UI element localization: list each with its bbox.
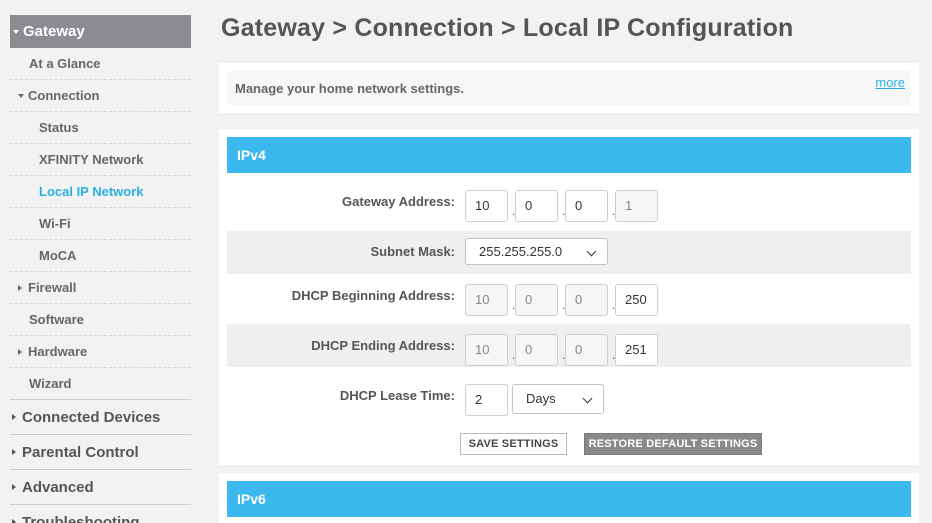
caret-right-icon — [12, 519, 16, 523]
lease-time-row: DHCP Lease Time: 2 Days — [227, 374, 911, 417]
gateway-address-octet-1[interactable]: 10 — [465, 190, 508, 222]
sidebar-item-at-a-glance[interactable]: At a Glance — [10, 48, 191, 80]
caret-right-icon — [12, 414, 16, 420]
sidebar-item-software[interactable]: Software — [10, 304, 191, 336]
sidebar-item-label: Troubleshooting — [22, 513, 140, 523]
gateway-address-octet-2[interactable]: 0 — [515, 190, 558, 222]
caret-down-icon — [13, 29, 19, 34]
info-panel: Manage your home network settings. more — [219, 63, 919, 113]
info-text: Manage your home network settings. — [235, 81, 464, 96]
dhcp-end-label: DHCP Ending Address: — [311, 338, 455, 353]
caret-down-icon — [18, 93, 24, 98]
sidebar-item-firewall[interactable]: Firewall — [10, 272, 191, 304]
sidebar-item-label: Firewall — [28, 280, 77, 295]
ipv4-panel: IPv4 Gateway Address: 10 . 0 . 0 . 1 Sub… — [219, 129, 919, 465]
dhcp-end-octet-3: 0 — [565, 334, 608, 366]
caret-right-icon — [18, 348, 22, 355]
sidebar-item-wifi[interactable]: Wi-Fi — [10, 208, 191, 240]
sidebar-item-label: Connection — [28, 88, 100, 103]
sidebar-item-status[interactable]: Status — [10, 112, 191, 144]
subnet-mask-row: Subnet Mask: 255.255.255.0 — [227, 231, 911, 274]
sidebar-item-label: Advanced — [22, 478, 94, 496]
lease-time-label: DHCP Lease Time: — [339, 388, 455, 403]
ipv6-heading: IPv6 — [227, 481, 911, 517]
caret-right-icon — [12, 449, 16, 455]
dhcp-end-row: DHCP Ending Address: 10 . 0 . 0 . 251 — [227, 324, 911, 367]
gateway-address-row: Gateway Address: 10 . 0 . 0 . 1 — [227, 180, 911, 223]
gateway-address-octet-4: 1 — [615, 190, 658, 222]
sidebar-item-parental-control[interactable]: Parental Control — [10, 435, 191, 470]
more-link[interactable]: more — [875, 75, 905, 90]
page-title: Gateway > Connection > Local IP Configur… — [221, 14, 794, 42]
sidebar-item-hardware[interactable]: Hardware — [10, 336, 191, 368]
dhcp-begin-octet-4[interactable]: 250 — [615, 284, 658, 316]
sidebar-item-label: Gateway — [23, 23, 85, 40]
sidebar-item-label: Parental Control — [22, 443, 139, 461]
dhcp-begin-octet-1: 10 — [465, 284, 508, 316]
subnet-mask-select[interactable]: 255.255.255.0 — [465, 238, 608, 265]
sidebar-item-advanced[interactable]: Advanced — [10, 470, 191, 505]
dhcp-end-octet-2: 0 — [515, 334, 558, 366]
sidebar-item-troubleshooting[interactable]: Troubleshooting — [10, 505, 191, 523]
sidebar-item-xfinity-network[interactable]: XFINITY Network — [10, 144, 191, 176]
ipv4-heading: IPv4 — [227, 137, 911, 173]
lease-time-input[interactable]: 2 — [465, 384, 508, 416]
sidebar-item-connected-devices[interactable]: Connected Devices — [10, 400, 191, 435]
dhcp-begin-label: DHCP Beginning Address: — [291, 288, 455, 303]
gateway-address-octet-3[interactable]: 0 — [565, 190, 608, 222]
gateway-address-label: Gateway Address: — [342, 194, 455, 209]
ipv6-panel: IPv6 — [219, 473, 919, 523]
chevron-down-icon — [586, 246, 597, 257]
sidebar-item-moca[interactable]: MoCA — [10, 240, 191, 272]
dhcp-begin-octet-2: 0 — [515, 284, 558, 316]
restore-default-settings-button[interactable]: RESTORE DEFAULT SETTINGS — [584, 433, 762, 455]
dhcp-begin-row: DHCP Beginning Address: 10 . 0 . 0 . 250 — [227, 274, 911, 317]
subnet-mask-value: 255.255.255.0 — [479, 244, 563, 259]
dhcp-begin-octet-3: 0 — [565, 284, 608, 316]
lease-time-unit-select[interactable]: Days — [512, 384, 604, 414]
caret-right-icon — [12, 484, 16, 490]
dhcp-end-octet-4[interactable]: 251 — [615, 334, 658, 366]
caret-right-icon — [18, 284, 22, 291]
sidebar-nav: Gateway At a Glance Connection Status XF… — [10, 15, 191, 523]
lease-time-unit-value: Days — [526, 391, 556, 406]
sidebar-item-label: Connected Devices — [22, 408, 161, 426]
sidebar-item-local-ip-network[interactable]: Local IP Network — [10, 176, 191, 208]
subnet-mask-label: Subnet Mask: — [370, 244, 455, 259]
chevron-down-icon — [582, 393, 593, 404]
dhcp-end-octet-1: 10 — [465, 334, 508, 366]
sidebar-item-gateway[interactable]: Gateway — [10, 15, 191, 48]
sidebar-item-wizard[interactable]: Wizard — [10, 368, 191, 400]
sidebar-item-label: Hardware — [28, 344, 88, 359]
sidebar-item-connection[interactable]: Connection — [10, 80, 191, 112]
save-settings-button[interactable]: SAVE SETTINGS — [460, 433, 567, 455]
info-box: Manage your home network settings. more — [227, 71, 911, 105]
